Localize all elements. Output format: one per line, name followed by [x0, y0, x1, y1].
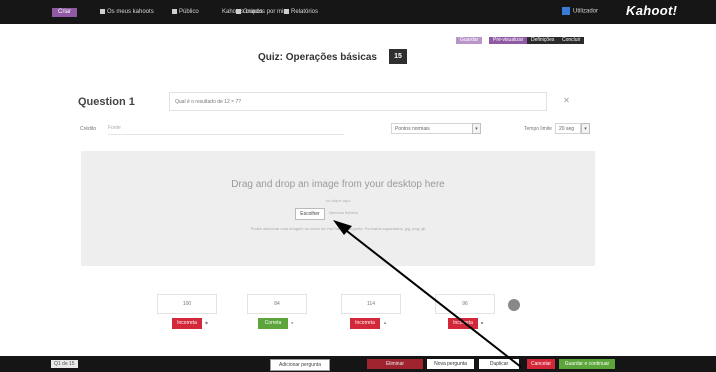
annotation-arrow: [333, 220, 522, 368]
